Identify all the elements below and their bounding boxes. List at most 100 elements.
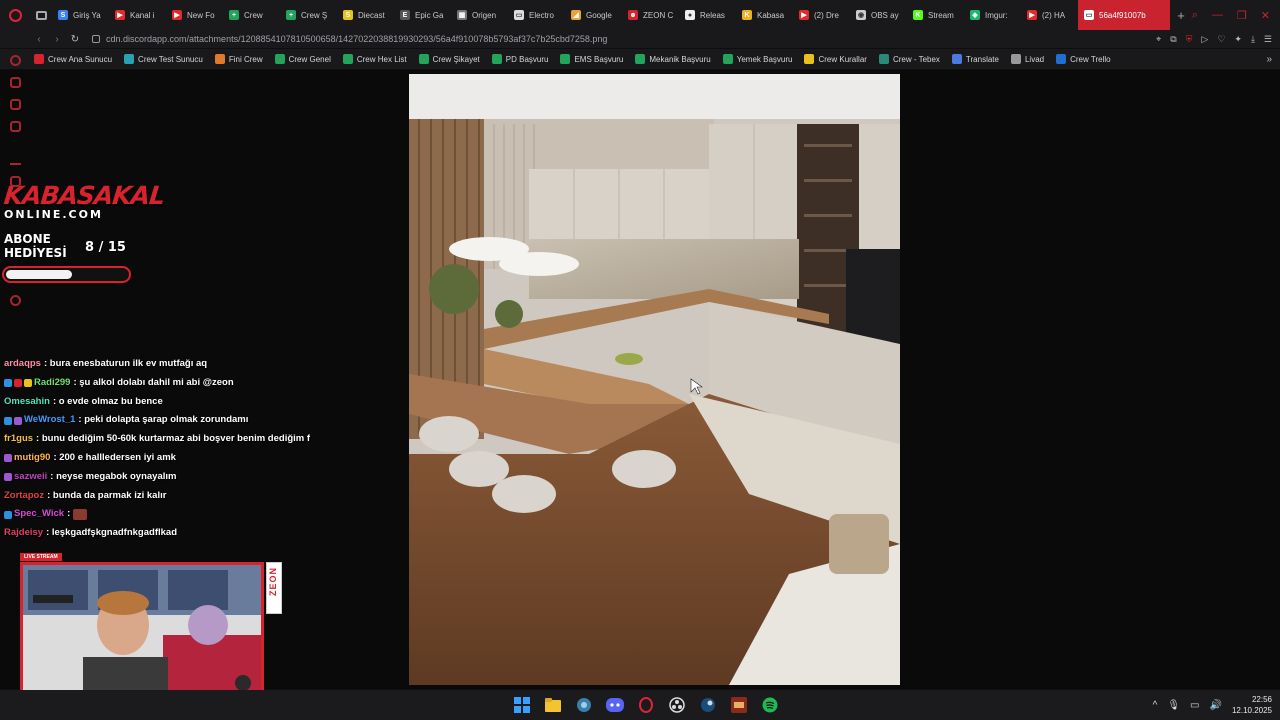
bookmark-item[interactable]: Crew Hex List bbox=[342, 54, 407, 64]
tab-favicon-icon: + bbox=[229, 10, 239, 20]
bookmark-item[interactable]: PD Başvuru bbox=[491, 54, 548, 64]
system-tray: ^ 🎙 ▭ 🔊 22:56 12.10.2025 bbox=[1153, 690, 1272, 720]
stream-chat: ardaqps: bura enesbaturun ilk ev mutfağı… bbox=[4, 355, 404, 543]
chat-username[interactable]: WeWrost_1 bbox=[24, 411, 75, 430]
reload-button[interactable]: ↻ bbox=[66, 34, 84, 45]
menu-icon[interactable]: ☰ bbox=[1264, 34, 1272, 45]
bookmark-item[interactable]: Crew Test Sunucu bbox=[124, 54, 203, 64]
gift-label-1: ABONE bbox=[4, 232, 51, 246]
chat-username[interactable]: Spec_Wick bbox=[14, 505, 64, 524]
chat-username[interactable]: sazweii bbox=[14, 468, 47, 487]
spotify-icon[interactable] bbox=[760, 695, 780, 715]
chat-username[interactable]: fr1gus bbox=[4, 430, 33, 449]
chat-badge-icon bbox=[14, 416, 22, 425]
sidebar-settings-icon[interactable] bbox=[10, 295, 21, 306]
chat-username[interactable]: ardaqps bbox=[4, 355, 41, 374]
bookmark-label: Crew Şikayet bbox=[432, 54, 480, 64]
browser-tab[interactable]: ▶ Kanal i bbox=[109, 0, 166, 30]
sidebar-news-icon[interactable] bbox=[10, 121, 21, 132]
opera-menu-button[interactable] bbox=[0, 0, 30, 30]
bookmark-item[interactable]: Crew - Tebex bbox=[878, 54, 940, 64]
file-explorer-icon[interactable] bbox=[543, 695, 563, 715]
clock[interactable]: 22:56 12.10.2025 bbox=[1232, 694, 1272, 716]
tray-overflow-icon[interactable]: ^ bbox=[1153, 700, 1158, 711]
browser-tab[interactable]: K Kabasa bbox=[736, 0, 793, 30]
tab-favicon-icon: ◉ bbox=[856, 10, 866, 20]
lock-icon[interactable] bbox=[92, 35, 100, 43]
browser-tab[interactable]: ▭ Electro bbox=[508, 0, 565, 30]
opera-gx-icon[interactable] bbox=[636, 695, 656, 715]
chat-username[interactable]: Rajdeisy bbox=[4, 524, 43, 543]
browser-tab[interactable]: ▶ New Fo bbox=[166, 0, 223, 30]
bookmark-item[interactable]: Crew Trello bbox=[1056, 54, 1111, 64]
bookmark-item[interactable]: Yemek Başvuru bbox=[722, 54, 793, 64]
sidebar-messenger-icon[interactable] bbox=[10, 99, 21, 110]
chat-username[interactable]: Zortapoz bbox=[4, 487, 44, 506]
close-button[interactable]: ✕ bbox=[1261, 9, 1270, 22]
volume-icon[interactable]: 🔊 bbox=[1210, 700, 1222, 711]
browser-tab[interactable]: ▶ (2) HA bbox=[1021, 0, 1078, 30]
browser-tab[interactable]: ▭ 56a4f91007b bbox=[1078, 0, 1170, 30]
settings-app-icon[interactable] bbox=[574, 695, 594, 715]
bookmark-item[interactable]: Crew Kurallar bbox=[804, 54, 867, 64]
chat-username[interactable]: Omesahin bbox=[4, 393, 50, 412]
bookmark-favicon-icon bbox=[34, 54, 44, 64]
game-launcher-icon[interactable] bbox=[729, 695, 749, 715]
bookmarks-bar: Crew Ana Sunucu Crew Test Sunucu Fini Crew… bbox=[0, 49, 1280, 69]
forward-button[interactable]: › bbox=[48, 34, 66, 45]
minimize-button[interactable]: — bbox=[1212, 9, 1223, 21]
chat-username[interactable]: mutig90 bbox=[14, 449, 50, 468]
player-icon[interactable]: ▷ bbox=[1201, 34, 1208, 45]
webcam-side-text: ZEON bbox=[268, 567, 278, 597]
tab-favicon-icon: ▶ bbox=[172, 10, 182, 20]
snapshot-icon[interactable]: ⧉ bbox=[1170, 34, 1176, 45]
browser-tab[interactable]: ● Releas bbox=[679, 0, 736, 30]
bookmark-item[interactable]: Crew Genel bbox=[274, 54, 331, 64]
browser-tab[interactable]: ◉ OBS ay bbox=[850, 0, 907, 30]
browser-tab[interactable]: ▶ (2) Dre bbox=[793, 0, 850, 30]
bookmark-item[interactable]: Crew Ana Sunucu bbox=[34, 54, 112, 64]
extensions-icon[interactable]: ✦ bbox=[1234, 34, 1242, 45]
microphone-icon[interactable]: 🎙 bbox=[1167, 700, 1180, 711]
bookmark-item[interactable]: Translate bbox=[951, 54, 999, 64]
pin-icon[interactable]: ⌖ bbox=[1156, 34, 1161, 45]
tab-overview-button[interactable] bbox=[30, 0, 52, 30]
browser-tab[interactable]: ◢ Google bbox=[565, 0, 622, 30]
browser-tab[interactable]: ☻ ZEON C bbox=[622, 0, 679, 30]
bookmark-label: Yemek Başvuru bbox=[736, 54, 793, 64]
chat-username[interactable]: Radi299 bbox=[34, 374, 70, 393]
browser-tab[interactable]: ◈ Imgur: bbox=[964, 0, 1021, 30]
sidebar-gx-corner-icon[interactable] bbox=[10, 77, 21, 88]
browser-tab[interactable]: E Epic Ga bbox=[394, 0, 451, 30]
network-icon[interactable]: ▭ bbox=[1190, 700, 1199, 711]
bookmark-label: Crew Hex List bbox=[356, 54, 407, 64]
search-tabs-icon[interactable]: ⌕ bbox=[1192, 9, 1198, 22]
bookmark-item[interactable]: Mekanik Başvuru bbox=[635, 54, 711, 64]
browser-tab[interactable]: ▦ Origen bbox=[451, 0, 508, 30]
chat-badge-icon bbox=[24, 379, 32, 388]
bookmark-item[interactable]: EMS Başvuru bbox=[560, 54, 623, 64]
browser-tab[interactable]: + Crew bbox=[223, 0, 280, 30]
steam-icon[interactable] bbox=[698, 695, 718, 715]
sidebar-aria-icon[interactable] bbox=[10, 154, 21, 165]
discord-icon[interactable] bbox=[605, 695, 625, 715]
maximize-button[interactable]: ❐ bbox=[1237, 9, 1247, 22]
browser-tab[interactable]: + Crew Ş bbox=[280, 0, 337, 30]
vpn-icon[interactable]: ⛨ bbox=[1186, 34, 1193, 45]
browser-tab[interactable]: S Diecast bbox=[337, 0, 394, 30]
heart-icon[interactable]: ♡ bbox=[1217, 34, 1225, 45]
back-button[interactable]: ‹ bbox=[30, 34, 48, 45]
bookmark-item[interactable]: Crew Şikayet bbox=[418, 54, 480, 64]
new-tab-button[interactable]: + bbox=[1170, 8, 1192, 23]
sidebar-gx-control-icon[interactable] bbox=[10, 55, 21, 66]
download-icon[interactable]: ⤓ bbox=[1251, 34, 1255, 45]
bookmark-favicon-icon bbox=[951, 54, 962, 64]
obs-icon[interactable] bbox=[667, 695, 687, 715]
url-field[interactable]: cdn.discordapp.com/attachments/120885410… bbox=[106, 34, 607, 44]
start-menu-icon[interactable] bbox=[512, 695, 532, 715]
bookmark-item[interactable]: Fini Crew bbox=[214, 54, 263, 64]
bookmarks-more-icon[interactable]: » bbox=[1266, 54, 1272, 65]
bookmark-item[interactable]: Livad bbox=[1010, 54, 1044, 64]
browser-tab[interactable]: K Stream bbox=[907, 0, 964, 30]
browser-tab[interactable]: S Giriş Ya bbox=[52, 0, 109, 30]
